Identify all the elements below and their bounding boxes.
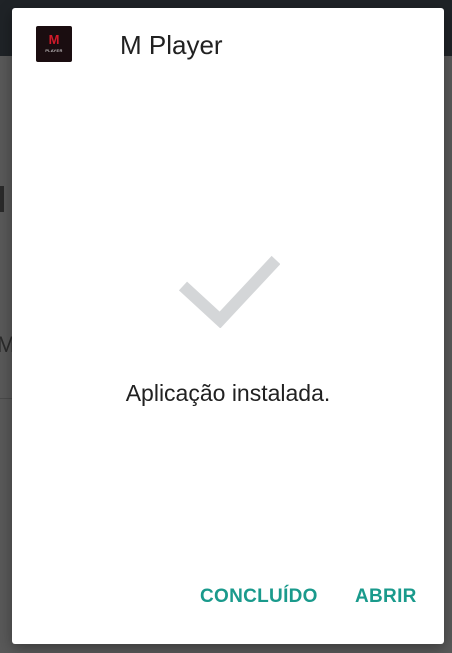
done-button[interactable]: CONCLUÍDO xyxy=(200,584,318,610)
app-icon-letter: M xyxy=(48,32,60,47)
app-icon: M PLAYER xyxy=(36,26,72,62)
app-icon-subtext: PLAYER xyxy=(45,48,63,53)
open-button[interactable]: ABRIR xyxy=(355,584,417,610)
install-dialog: M PLAYER M Player Aplicação instalada. C… xyxy=(12,8,444,644)
background-edge-mark xyxy=(0,186,4,212)
install-status-message: Aplicação instalada. xyxy=(125,380,331,406)
background-edge-divider xyxy=(0,398,12,399)
checkmark-icon xyxy=(178,255,280,328)
app-name: M Player xyxy=(120,30,223,60)
